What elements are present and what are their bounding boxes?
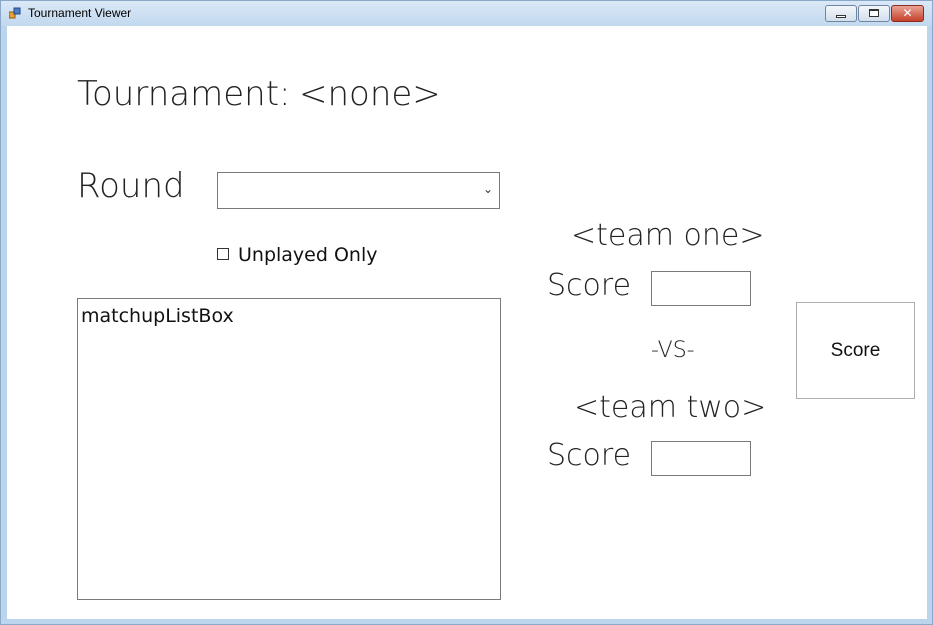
window-title: Tournament Viewer [28,6,132,20]
close-icon: ✕ [902,6,913,20]
team-two-score-label: Score [547,438,632,473]
unplayed-only-label: Unplayed Only [238,244,378,266]
tournament-label: Tournament: [77,74,291,114]
list-item[interactable]: matchupListBox [81,305,234,327]
form-app-icon [9,7,21,19]
maximize-icon [869,9,879,17]
score-button[interactable]: Score [796,302,915,399]
team-one-name: <team one> [571,218,765,253]
team-two-score-input[interactable] [651,441,751,476]
form-client-area: Tournament: <none> Round ⌄ Unplayed Only… [7,26,927,619]
round-dropdown[interactable]: ⌄ [217,172,500,209]
minimize-button[interactable] [825,5,857,22]
chevron-down-icon: ⌄ [482,182,493,196]
team-one-score-label: Score [547,268,632,303]
round-label: Round [77,166,185,206]
app-window: Tournament Viewer ✕ Tournament: <none> R… [0,0,933,625]
close-button[interactable]: ✕ [891,5,924,22]
team-two-name: <team two> [574,390,767,425]
title-bar[interactable]: Tournament Viewer ✕ [1,1,932,26]
matchup-list-box[interactable]: matchupListBox [77,298,501,600]
team-one-score-input[interactable] [651,271,751,306]
versus-label: -VS- [651,338,695,363]
checkbox-box[interactable] [217,248,229,260]
tournament-name: <none> [299,74,441,114]
maximize-button[interactable] [858,5,890,22]
minimize-icon [836,15,846,18]
